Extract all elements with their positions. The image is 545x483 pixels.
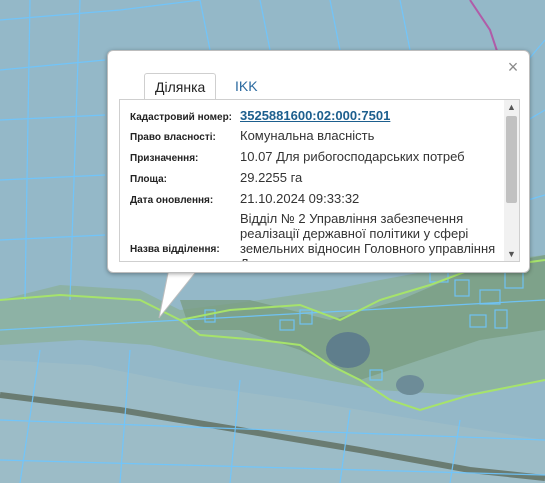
label-update-date: Дата оновлення: <box>130 195 214 206</box>
label-purpose: Призначення: <box>130 153 199 164</box>
parcel-info-popup: × Ділянка IKK Кадастровий номер: 3525881… <box>107 50 530 273</box>
value-ownership: Комунальна власність <box>240 128 375 143</box>
details-scrollbar[interactable]: ▲ ▼ <box>504 100 519 261</box>
scroll-down-icon[interactable]: ▼ <box>504 247 519 261</box>
label-cadastral-number: Кадастровий номер: <box>130 112 233 123</box>
label-ownership: Право власності: <box>130 132 216 143</box>
parcel-details-panel: Кадастровий номер: 3525881600:02:000:750… <box>119 99 520 262</box>
label-department: Назва відділення: <box>130 244 220 255</box>
scroll-up-icon[interactable]: ▲ <box>504 100 519 114</box>
value-department: Відділ № 2 Управління забезпечення реалі… <box>240 211 496 261</box>
label-area: Площа: <box>130 174 167 185</box>
value-purpose: 10.07 Для рибогосподарських потреб <box>240 149 465 164</box>
tab-ikk[interactable]: IKK <box>225 73 268 100</box>
reservoir <box>326 332 370 368</box>
pond <box>396 375 424 395</box>
value-area: 29.2255 га <box>240 170 303 185</box>
tab-parcel[interactable]: Ділянка <box>144 73 217 102</box>
value-update-date: 21.10.2024 09:33:32 <box>240 191 360 206</box>
close-icon[interactable]: × <box>505 58 521 76</box>
cadastral-number-link[interactable]: 3525881600:02:000:7501 <box>240 108 390 123</box>
scroll-thumb[interactable] <box>506 116 517 203</box>
value-cadastral-number: 3525881600:02:000:7501 <box>240 108 500 123</box>
